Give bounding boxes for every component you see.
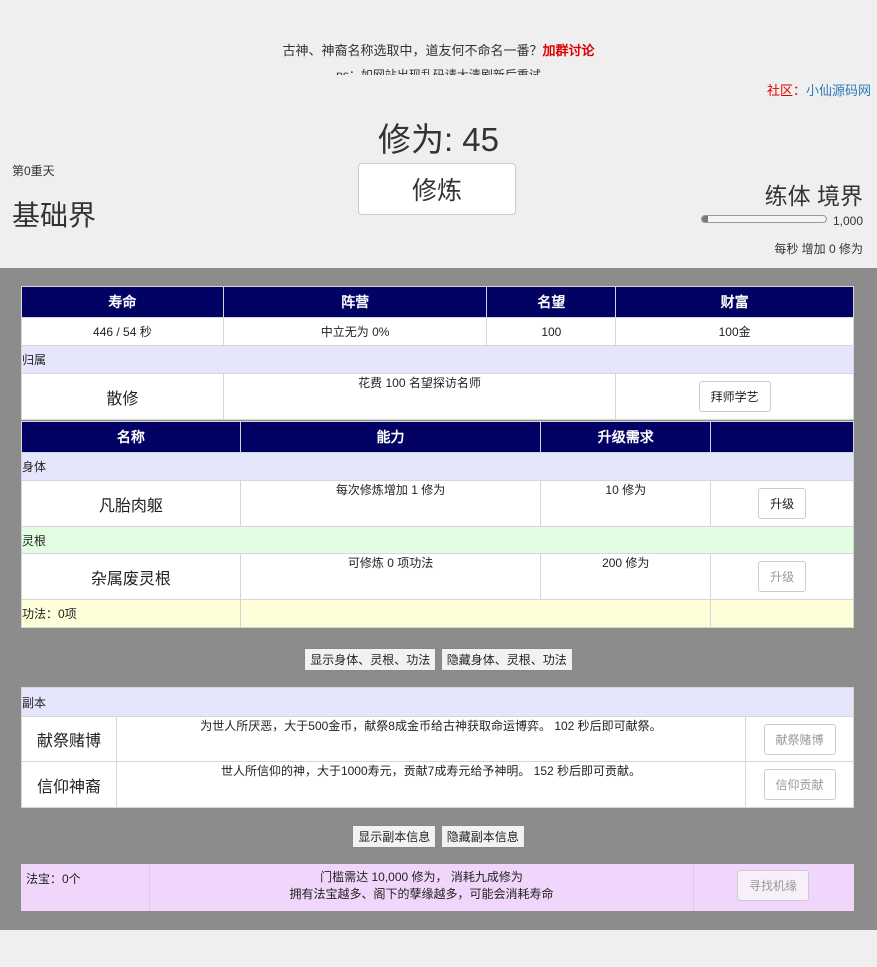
root-name: 杂属废灵根 — [21, 553, 241, 600]
treasure-count: 法宝：0个 — [26, 872, 81, 886]
notice-text: 古神、神裔名称选取中，道友何不命名一番？ — [282, 43, 543, 58]
header-area: 古神、神裔名称选取中，道友何不命名一番？加群讨论 ps：如网站出现乱码请大清刷新… — [0, 0, 877, 268]
realm-label: 练体 境界 — [764, 183, 863, 209]
treasure-desc-line2: 拥有法宝越多、阁下的孽缘越多，可能会消耗寿命 — [289, 887, 554, 901]
world-name: 基础界 — [12, 200, 97, 231]
dungeon-desc-gamble: 为世人所厌恶，大于500金币，献祭8成金币给古神获取命运博弈。 102 秒后即可… — [115, 716, 747, 762]
show-dungeon-button[interactable]: 显示副本信息 — [352, 825, 437, 848]
sect-name: 散修 — [21, 373, 224, 420]
root-upgrade-button[interactable]: 升级 — [758, 561, 807, 592]
rate-text: 每秒 增加 0 修为 — [774, 242, 863, 256]
skill-toggle-row: 显示身体、灵根、功法 隐藏身体、灵根、功法 — [0, 648, 877, 671]
affiliation-label: 归属 — [21, 345, 854, 374]
hide-dungeon-button[interactable]: 隐藏副本信息 — [440, 825, 525, 848]
community-link[interactable]: 小仙源码网 — [806, 83, 871, 98]
community: 社区：小仙源码网 — [767, 80, 871, 99]
body-ability: 每次修炼增加 1 修为 — [239, 480, 542, 527]
stat-header-camp: 阵营 — [222, 286, 488, 318]
gongfa-action-empty — [710, 599, 854, 628]
notice: 古神、神裔名称选取中，道友何不命名一番？加群讨论 — [0, 40, 877, 59]
dungeon-name-faith: 信仰神裔 — [21, 761, 117, 808]
root-section-label: 灵根 — [21, 526, 854, 554]
stat-lifespan: 446 / 54 秒 — [21, 317, 224, 346]
stat-fame: 100 — [486, 317, 617, 346]
realm-progress-bar — [701, 215, 827, 223]
stat-header-wealth: 财富 — [615, 286, 854, 318]
notice-link[interactable]: 加群讨论 — [543, 43, 595, 58]
sacrifice-gamble-button[interactable]: 献祭赌博 — [763, 723, 836, 755]
gongfa-empty — [239, 599, 712, 628]
sect-button-cell: 拜师学艺 — [615, 373, 854, 420]
faith-contribute-button[interactable]: 信仰贡献 — [763, 769, 836, 800]
gongfa-label: 功法：0项 — [21, 599, 241, 628]
stats-table: 寿命 阵营 名望 财富 446 / 54 秒 中立无为 0% 100 100金 … — [21, 286, 854, 420]
root-ability: 可修炼 0 项功法 — [239, 553, 542, 600]
main-panel: 寿命 阵营 名望 财富 446 / 54 秒 中立无为 0% 100 100金 … — [0, 268, 877, 930]
progress-max: 1,000 — [832, 214, 863, 228]
cultivation-value: 修为: 45 — [377, 121, 500, 158]
body-upgrade-button[interactable]: 升级 — [758, 488, 807, 519]
dungeon-name-gamble: 献祭赌博 — [21, 716, 117, 762]
stat-header-fame: 名望 — [486, 286, 617, 318]
skill-header-name: 名称 — [21, 421, 241, 453]
skill-header-ability: 能力 — [239, 421, 542, 453]
body-name: 凡胎肉躯 — [21, 480, 241, 527]
stat-camp: 中立无为 0% — [222, 317, 488, 346]
notice-secondary: ps：如网站出现乱码请大清刷新后重试 — [336, 68, 541, 75]
root-requirement: 200 修为 — [540, 553, 712, 600]
body-section-label: 身体 — [21, 452, 854, 481]
dungeon-toggle-row: 显示副本信息 隐藏副本信息 — [0, 825, 877, 848]
body-requirement: 10 修为 — [540, 480, 712, 527]
stat-wealth: 100金 — [615, 317, 854, 346]
gamble-button-cell: 献祭赌博 — [745, 716, 854, 762]
dungeon-desc-faith: 世人所信仰的神，大于1000寿元，贡献7成寿元给予神明。 152 秒后即可贡献。 — [115, 761, 747, 808]
community-label: 社区： — [766, 83, 806, 98]
skills-table: 名称 能力 升级需求 身体 凡胎肉躯 每次修炼增加 1 修为 10 修为 升级 … — [21, 421, 854, 628]
train-button[interactable]: 修炼 — [358, 163, 516, 215]
stat-header-lifespan: 寿命 — [21, 286, 224, 318]
apprentice-button[interactable]: 拜师学艺 — [698, 381, 771, 412]
seek-opportunity-button[interactable]: 寻找机缘 — [737, 870, 810, 901]
show-skills-button[interactable]: 显示身体、灵根、功法 — [304, 648, 437, 671]
skill-header-requirement: 升级需求 — [540, 421, 712, 453]
dungeon-label: 副本 — [21, 687, 854, 717]
treasure-desc-line1: 门槛需达 10,000 修为， 消耗九成修为 — [320, 870, 523, 884]
hide-skills-button[interactable]: 隐藏身体、灵根、功法 — [440, 648, 573, 671]
treasure-desc: 门槛需达 10,000 修为， 消耗九成修为 拥有法宝越多、阁下的孽缘越多，可能… — [149, 864, 694, 911]
root-upgrade-cell: 升级 — [710, 553, 854, 600]
skill-header-action — [710, 421, 854, 453]
treasure-button-wrap: 寻找机缘 — [737, 870, 810, 901]
realm-progress-fill — [702, 216, 708, 222]
dungeon-table: 副本 献祭赌博 为世人所厌恶，大于500金币，献祭8成金币给古神获取命运博弈。 … — [21, 687, 854, 808]
treasure-panel: 法宝：0个 门槛需达 10,000 修为， 消耗九成修为 拥有法宝越多、阁下的孽… — [21, 864, 854, 911]
sect-desc: 花费 100 名望探访名师 — [222, 373, 617, 420]
heaven-level: 第0重天 — [12, 164, 55, 178]
faith-button-cell: 信仰贡献 — [745, 761, 854, 808]
body-upgrade-cell: 升级 — [710, 480, 854, 527]
